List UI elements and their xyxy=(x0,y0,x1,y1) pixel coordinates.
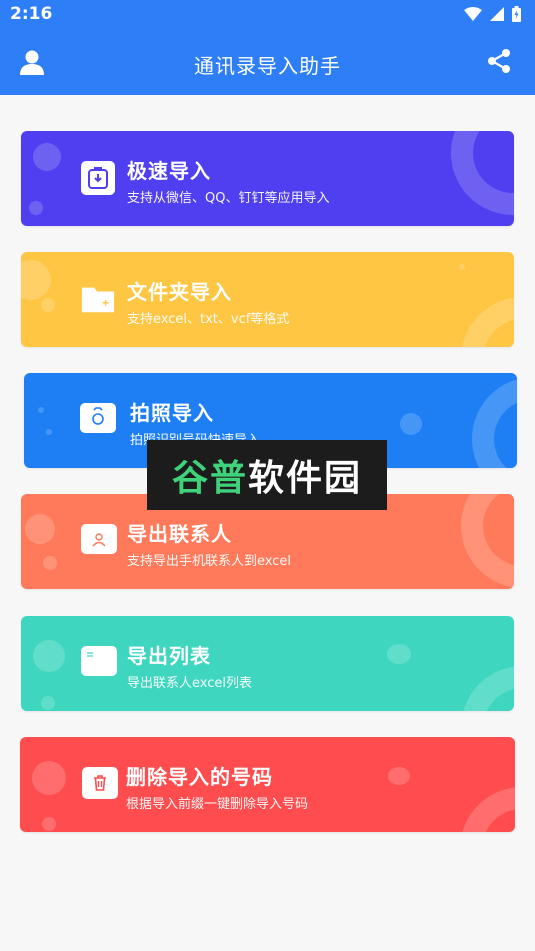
card-icon-box xyxy=(82,767,118,799)
watermark-part2: 软件园 xyxy=(248,458,363,499)
card-subtitle: 根据导入前缀一键删除导入号码 xyxy=(126,797,309,812)
status-time: 2:16 xyxy=(10,4,53,24)
card-icon-box xyxy=(81,161,115,195)
folder-icon xyxy=(81,287,115,313)
card-subtitle: 导出联系人excel列表 xyxy=(127,676,252,691)
card-delete-imported[interactable]: 删除导入的号码 根据导入前缀一键删除导入号码 xyxy=(20,737,515,832)
status-bar: 2:16 xyxy=(0,0,535,30)
card-fast-import[interactable]: 极速导入 支持从微信、QQ、钉钉等应用导入 xyxy=(21,131,514,226)
list-window-icon xyxy=(84,649,114,673)
card-icon-box xyxy=(80,403,116,433)
share-button[interactable] xyxy=(487,48,515,76)
decor-bubble xyxy=(41,696,55,710)
decor-bubble xyxy=(32,761,66,795)
decor-bubble xyxy=(459,264,465,270)
decor-bubble xyxy=(42,817,56,831)
camera-icon xyxy=(92,407,104,425)
card-subtitle: 支持从微信、QQ、钉钉等应用导入 xyxy=(127,191,330,206)
page-title: 通讯录导入助手 xyxy=(194,54,341,78)
card-title: 文件夹导入 xyxy=(127,280,232,304)
decor-bubble xyxy=(43,556,57,570)
decor-bubble xyxy=(25,514,55,544)
decor-ring xyxy=(472,377,517,468)
card-title: 极速导入 xyxy=(127,159,211,183)
watermark-part1: 谷普 xyxy=(171,458,248,499)
decor-bubble xyxy=(33,640,65,672)
trash-icon xyxy=(94,775,106,791)
signal-icon xyxy=(490,7,504,21)
decor-ring xyxy=(461,297,514,347)
card-title: 拍照导入 xyxy=(130,401,214,425)
status-icons xyxy=(464,6,521,22)
decor-bubble xyxy=(41,298,55,312)
battery-icon xyxy=(512,6,521,22)
decor-bubble xyxy=(46,429,52,435)
watermark: 谷普 软件园 xyxy=(147,440,387,510)
app-bar: 通讯录导入助手 xyxy=(0,30,535,95)
decor-ring xyxy=(461,494,514,588)
card-folder-import[interactable]: 文件夹导入 支持excel、txt、vcf等格式 xyxy=(21,252,514,347)
share-icon xyxy=(488,49,510,73)
card-icon-box xyxy=(81,646,117,676)
decor-ring xyxy=(451,131,514,215)
card-subtitle: 支持导出手机联系人到excel xyxy=(127,554,291,569)
decor-ring xyxy=(460,787,515,832)
wifi-icon xyxy=(464,7,482,21)
decor-ring xyxy=(461,666,514,711)
card-icon-box xyxy=(81,524,117,554)
card-icon-box xyxy=(81,282,115,316)
card-title: 删除导入的号码 xyxy=(126,765,273,789)
decor-bubble xyxy=(33,143,61,171)
clipboard-download-icon xyxy=(88,167,108,189)
card-subtitle: 支持excel、txt、vcf等格式 xyxy=(127,312,290,327)
decor-bubble xyxy=(38,407,44,413)
card-title: 导出列表 xyxy=(127,644,211,668)
contact-card-icon xyxy=(92,533,106,547)
decor-bubble xyxy=(388,767,410,785)
decor-bubble xyxy=(387,644,411,664)
decor-bubble xyxy=(400,413,422,435)
decor-bubble xyxy=(29,201,43,215)
card-export-list[interactable]: 导出列表 导出联系人excel列表 xyxy=(21,616,514,711)
card-title: 导出联系人 xyxy=(127,522,232,546)
decor-bubble xyxy=(21,260,51,300)
